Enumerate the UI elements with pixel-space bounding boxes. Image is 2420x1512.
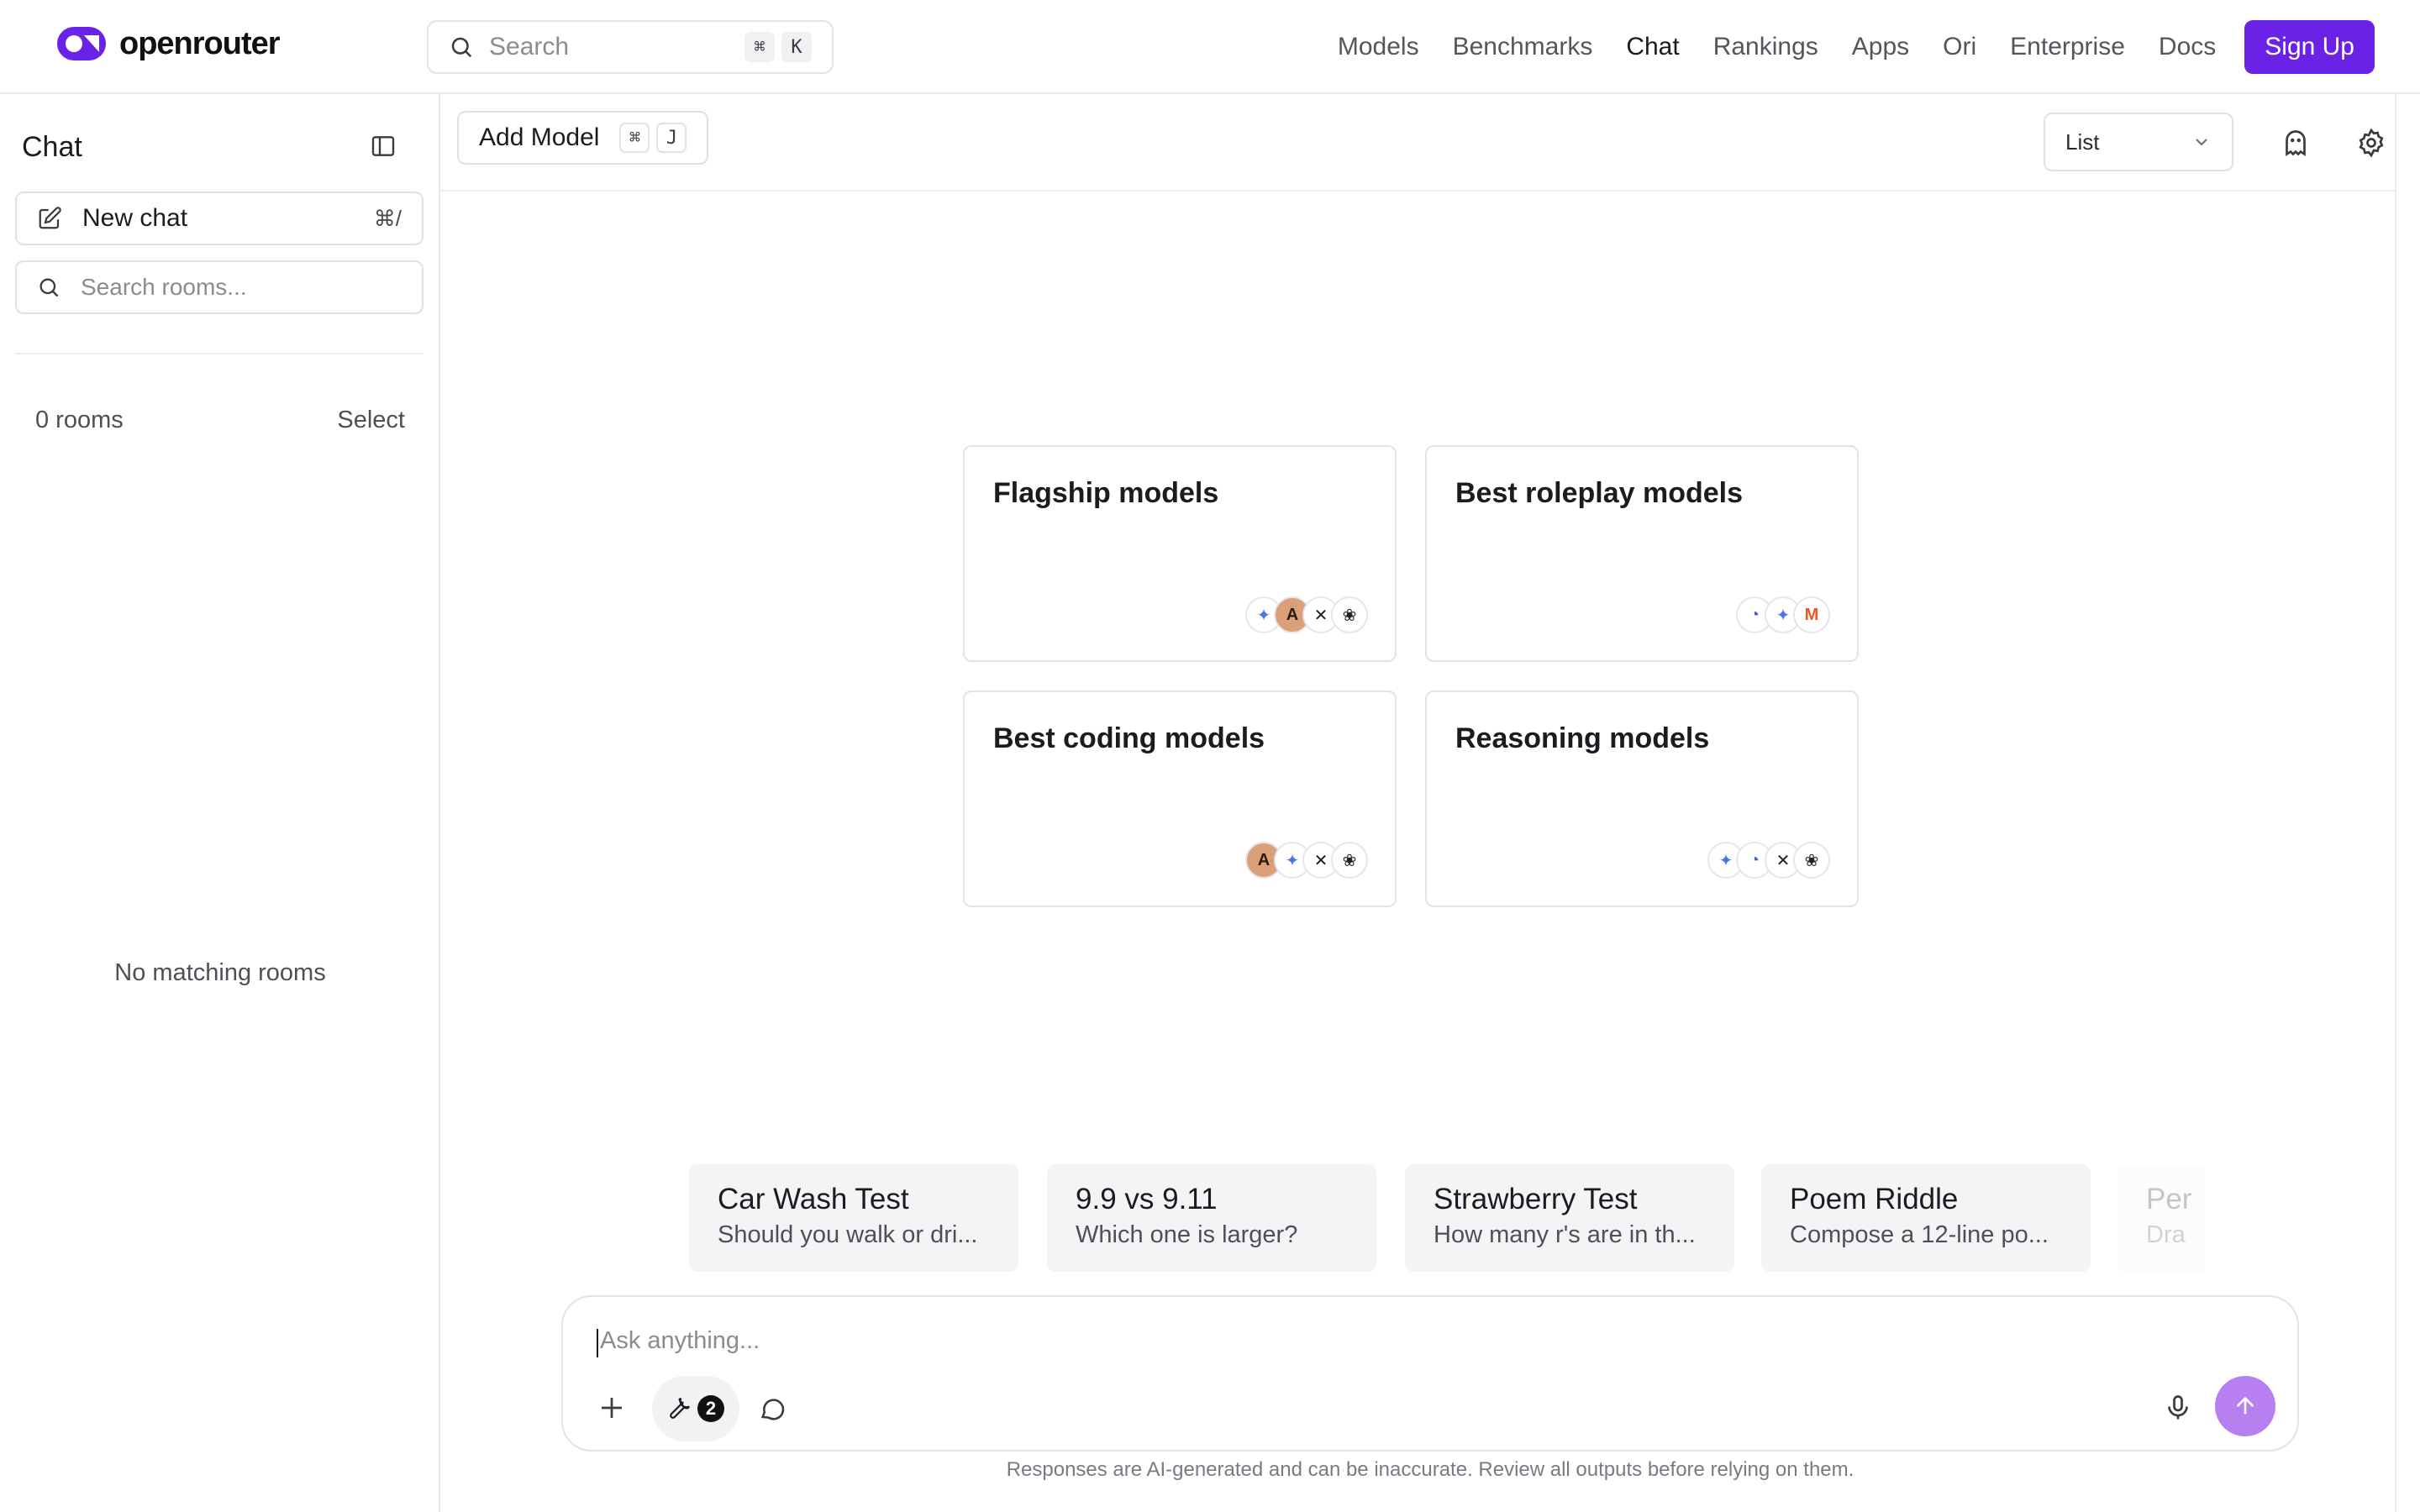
- plus-icon[interactable]: [597, 1393, 627, 1423]
- chat-sidebar: Chat New chat ⌘/ Search rooms... 0 rooms…: [0, 94, 440, 1512]
- new-chat-label: New chat: [82, 204, 188, 232]
- add-model-button[interactable]: Add Model ⌘ J: [457, 111, 709, 165]
- brand-name: openrouter: [119, 25, 281, 61]
- kbd-cmd: ⌘: [619, 123, 650, 153]
- card-title: Reasoning models: [1455, 722, 1710, 754]
- new-chat-shortcut: ⌘/: [373, 205, 402, 231]
- nav-apps[interactable]: Apps: [1852, 33, 1909, 61]
- divider: [2395, 94, 2396, 1512]
- tools-button[interactable]: 2: [652, 1376, 739, 1441]
- nav-ori[interactable]: Ori: [1943, 33, 1976, 61]
- message-composer[interactable]: Ask anything... 2: [561, 1295, 2299, 1452]
- search-icon: [39, 278, 59, 297]
- microphone-icon[interactable]: [2163, 1393, 2193, 1423]
- card-reasoning-models[interactable]: Reasoning models ✦ ◔ ✕ ❀: [1425, 690, 1859, 907]
- tools-count-badge: 2: [697, 1395, 724, 1422]
- gear-icon[interactable]: [2356, 128, 2386, 158]
- chat-bubble-icon[interactable]: [758, 1394, 786, 1423]
- prompt-chip-poem-riddle[interactable]: Poem Riddle Compose a 12-line po...: [1761, 1164, 2091, 1272]
- rooms-count: 0 rooms: [35, 407, 124, 433]
- global-search-input[interactable]: Search ⌘ K: [427, 20, 834, 74]
- nav-enterprise[interactable]: Enterprise: [2010, 33, 2125, 61]
- add-model-label: Add Model: [479, 123, 600, 151]
- nav-rankings[interactable]: Rankings: [1713, 33, 1818, 61]
- room-search-input[interactable]: Search rooms...: [15, 260, 424, 314]
- new-chat-button[interactable]: New chat ⌘/: [15, 192, 424, 245]
- text-caret: [597, 1329, 598, 1357]
- room-search-placeholder: Search rooms...: [81, 274, 247, 300]
- prompt-chip-strawberry[interactable]: Strawberry Test How many r's are in th..…: [1405, 1164, 1734, 1272]
- nav-benchmarks[interactable]: Benchmarks: [1453, 33, 1593, 61]
- suggested-prompts: Car Wash Test Should you walk or dri... …: [689, 1164, 2205, 1273]
- sidebar-title: Chat: [22, 131, 82, 163]
- arrow-up-icon: [2236, 1396, 2254, 1415]
- nav-docs[interactable]: Docs: [2159, 33, 2216, 61]
- card-best-coding-models[interactable]: Best coding models A ✦ ✕ ❀: [963, 690, 1397, 907]
- prompt-title: Poem Riddle: [1790, 1183, 1959, 1215]
- prompt-title: Car Wash Test: [718, 1183, 909, 1215]
- prompt-chip-partial[interactable]: Per Dra: [2118, 1164, 2205, 1272]
- mistral-icon: M: [1793, 596, 1830, 633]
- prompt-title: Strawberry Test: [1434, 1183, 1638, 1215]
- card-title: Flagship models: [993, 477, 1219, 509]
- composer-placeholder: Ask anything...: [600, 1327, 760, 1354]
- divider: [15, 353, 424, 354]
- openai-icon: ❀: [1331, 596, 1368, 633]
- main-nav: Models Benchmarks Chat Rankings Apps Ori…: [1304, 20, 2375, 74]
- openrouter-logo-icon: [57, 27, 106, 60]
- search-placeholder: Search: [489, 33, 570, 60]
- openai-icon: ❀: [1793, 842, 1830, 879]
- prompt-title: Per: [2146, 1183, 2192, 1215]
- prompt-desc: Dra: [2146, 1221, 2186, 1248]
- prompt-desc: How many r's are in th...: [1434, 1221, 1696, 1248]
- wrench-icon: [670, 1397, 691, 1419]
- select-rooms-button[interactable]: Select: [337, 407, 405, 434]
- kbd-k: K: [781, 32, 812, 62]
- openai-icon: ❀: [1331, 842, 1368, 879]
- kbd-j: J: [656, 123, 687, 153]
- prompt-chip-car-wash[interactable]: Car Wash Test Should you walk or dri...: [689, 1164, 1018, 1272]
- prompt-desc: Should you walk or dri...: [718, 1221, 978, 1248]
- prompt-desc: Compose a 12-line po...: [1790, 1221, 2049, 1248]
- top-bar: openrouter Search ⌘ K Models Benchmarks …: [0, 0, 2420, 94]
- view-mode-value: List: [2065, 129, 2100, 155]
- card-flagship-models[interactable]: Flagship models ✦ A ✕ ❀: [963, 445, 1397, 662]
- chevron-down-icon: [2196, 139, 2207, 146]
- sign-up-button[interactable]: Sign Up: [2244, 20, 2375, 74]
- edit-icon: [39, 207, 61, 229]
- prompt-chip-9-9-vs-9-11[interactable]: 9.9 vs 9.11 Which one is larger?: [1047, 1164, 1376, 1272]
- send-button[interactable]: [2215, 1376, 2275, 1436]
- chat-header: Add Model ⌘ J List: [440, 94, 2395, 192]
- prompt-title: 9.9 vs 9.11: [1076, 1183, 1218, 1215]
- card-title: Best coding models: [993, 722, 1265, 754]
- logo[interactable]: openrouter: [55, 25, 281, 62]
- nav-chat[interactable]: Chat: [1626, 33, 1679, 61]
- prompt-desc: Which one is larger?: [1076, 1221, 1298, 1248]
- kbd-cmd: ⌘: [744, 32, 775, 62]
- card-title: Best roleplay models: [1455, 477, 1744, 509]
- nav-models[interactable]: Models: [1338, 33, 1419, 61]
- card-best-roleplay-models[interactable]: Best roleplay models ◔ ✦ M: [1425, 445, 1859, 662]
- ai-disclaimer: Responses are AI-generated and can be in…: [1006, 1458, 1854, 1481]
- sidebar-toggle-icon[interactable]: [370, 133, 397, 160]
- empty-rooms-message: No matching rooms: [114, 959, 326, 986]
- view-mode-select[interactable]: List: [2044, 113, 2233, 171]
- search-icon: [451, 37, 472, 58]
- ghost-icon[interactable]: [2281, 128, 2311, 158]
